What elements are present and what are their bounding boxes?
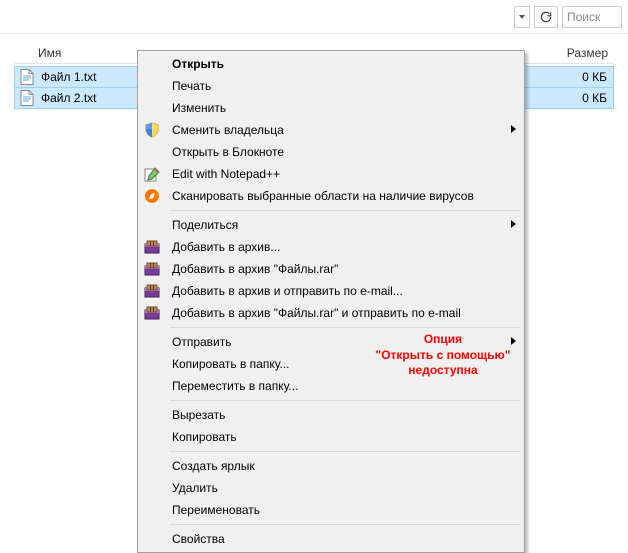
menu-open-notepad[interactable]: Открыть в Блокноте: [140, 141, 522, 163]
submenu-arrow-icon: [511, 125, 516, 133]
annotation-line: недоступна: [358, 363, 528, 379]
winrar-icon: [144, 261, 160, 277]
menu-create-shortcut[interactable]: Создать ярлык: [140, 455, 522, 477]
shield-icon: [144, 122, 160, 138]
refresh-button[interactable]: [534, 6, 558, 28]
menu-properties[interactable]: Свойства: [140, 528, 522, 550]
search-box[interactable]: Поиск: [562, 6, 622, 28]
winrar-icon: [144, 283, 160, 299]
menu-rename[interactable]: Переименовать: [140, 499, 522, 521]
menu-change-owner[interactable]: Сменить владельца: [140, 119, 522, 141]
column-size-header[interactable]: Размер: [534, 46, 614, 60]
refresh-icon: [539, 10, 553, 24]
search-placeholder: Поиск: [567, 10, 600, 24]
menu-separator: [170, 327, 520, 328]
text-file-icon: [19, 90, 35, 106]
menu-archive-named-email[interactable]: Добавить в архив "Файлы.rar" и отправить…: [140, 302, 522, 324]
menu-separator: [170, 524, 520, 525]
menu-print[interactable]: Печать: [140, 75, 522, 97]
menu-add-archive[interactable]: Добавить в архив...: [140, 236, 522, 258]
menu-copy[interactable]: Копировать: [140, 426, 522, 448]
annotation-line: "Открыть с помощью": [358, 348, 528, 364]
menu-separator: [170, 451, 520, 452]
address-toolbar: Поиск: [0, 0, 628, 34]
menu-edit-npp[interactable]: Edit with Notepad++: [140, 163, 522, 185]
file-size: 0 КБ: [533, 70, 613, 84]
submenu-arrow-icon: [511, 220, 516, 228]
context-menu: Открыть Печать Изменить Сменить владельц…: [137, 50, 525, 553]
avast-icon: [144, 188, 160, 204]
annotation-overlay: Опция "Открыть с помощью" недоступна: [358, 332, 528, 379]
menu-archive-email[interactable]: Добавить в архив и отправить по e-mail..…: [140, 280, 522, 302]
chevron-down-icon: [519, 15, 525, 19]
menu-cut[interactable]: Вырезать: [140, 404, 522, 426]
address-dropdown-button[interactable]: [514, 6, 530, 28]
notepadpp-icon: [144, 166, 160, 182]
winrar-icon: [144, 239, 160, 255]
file-size: 0 КБ: [533, 91, 613, 105]
winrar-icon: [144, 305, 160, 321]
menu-add-archive-named[interactable]: Добавить в архив "Файлы.rar": [140, 258, 522, 280]
menu-share[interactable]: Поделиться: [140, 214, 522, 236]
menu-delete[interactable]: Удалить: [140, 477, 522, 499]
menu-edit[interactable]: Изменить: [140, 97, 522, 119]
menu-open[interactable]: Открыть: [140, 53, 522, 75]
text-file-icon: [19, 69, 35, 85]
menu-separator: [170, 210, 520, 211]
menu-scan-virus[interactable]: Сканировать выбранные области на наличие…: [140, 185, 522, 207]
menu-separator: [170, 400, 520, 401]
annotation-line: Опция: [358, 332, 528, 348]
